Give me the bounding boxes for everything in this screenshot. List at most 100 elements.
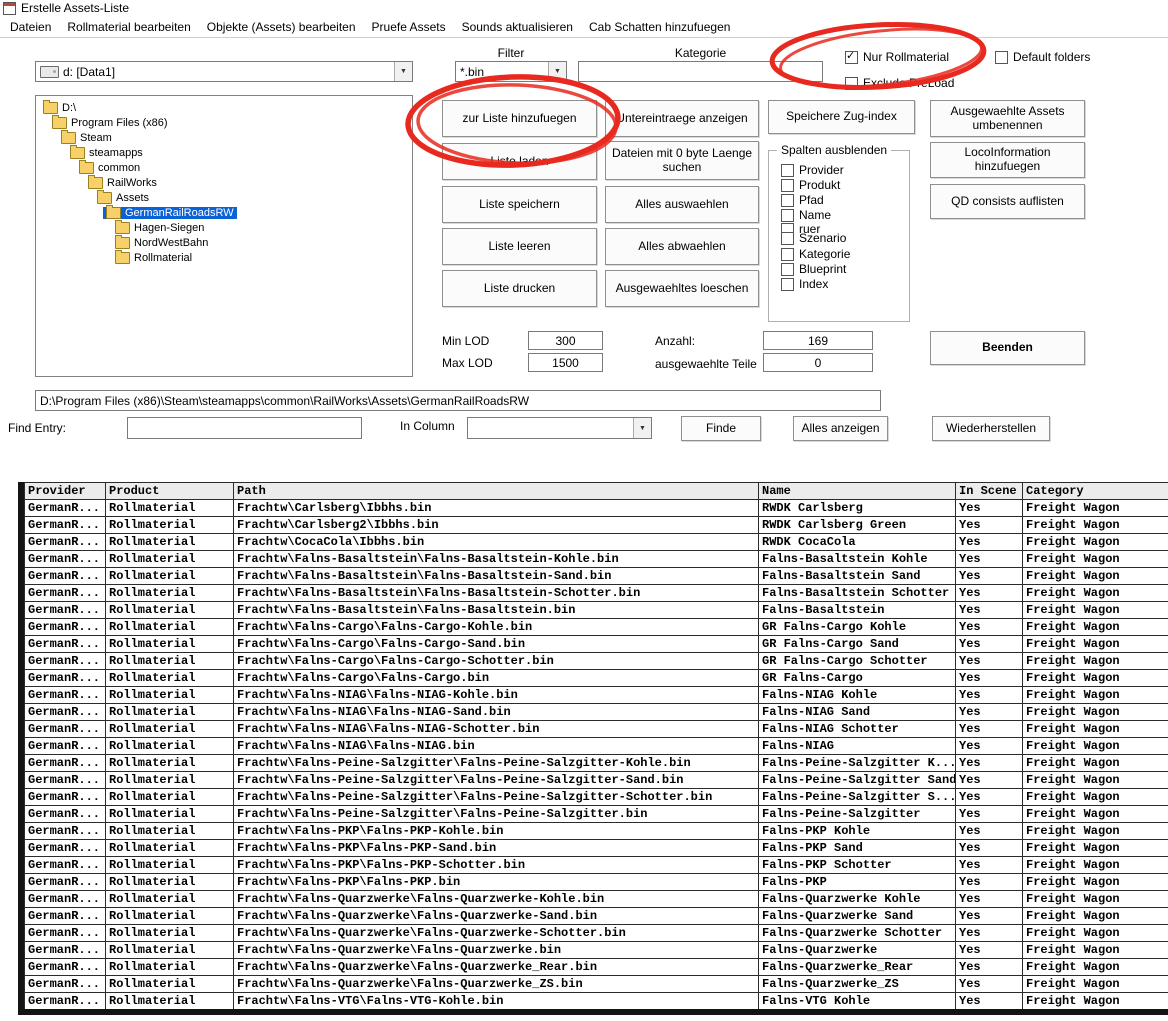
tree-item[interactable]: Hagen-Siegen [36, 220, 412, 235]
tree-item[interactable]: RailWorks [36, 175, 412, 190]
column-header[interactable]: Name [759, 483, 956, 500]
locoinformation-button[interactable]: LocoInformation hinzufuegen [930, 142, 1085, 178]
table-row[interactable]: GermanR...RollmaterialFrachtw\Falns-Carg… [25, 653, 1168, 670]
column-header[interactable]: Product [106, 483, 234, 500]
table-row[interactable]: GermanR...RollmaterialFrachtw\Carlsberg2… [25, 517, 1168, 534]
tree-item[interactable]: Steam [36, 130, 412, 145]
dateien-0-byte-button[interactable]: Dateien mit 0 byte Laenge suchen [605, 141, 759, 180]
finde-button[interactable]: Finde [681, 416, 761, 441]
table-cell: Frachtw\Falns-NIAG\Falns-NIAG-Sand.bin [234, 704, 759, 721]
table-row[interactable]: GermanR...RollmaterialFrachtw\Falns-VTG\… [25, 993, 1168, 1010]
table-cell: Yes [956, 653, 1023, 670]
in-column-combo[interactable]: ▼ [467, 417, 652, 439]
table-cell: Frachtw\Falns-Quarzwerke\Falns-Quarzwerk… [234, 959, 759, 976]
tree-item-label: common [98, 162, 140, 174]
hide-column-checkbox[interactable]: Blueprint [781, 262, 846, 276]
table-row[interactable]: GermanR...RollmaterialFrachtw\Falns-Quar… [25, 976, 1168, 993]
max-lod-input[interactable] [528, 353, 603, 372]
alles-abwaehlen-button[interactable]: Alles abwaehlen [605, 228, 759, 265]
hide-column-checkbox[interactable]: Kategorie [781, 247, 850, 261]
hide-column-checkbox[interactable]: Name [781, 208, 831, 222]
qd-consists-button[interactable]: QD consists auflisten [930, 184, 1085, 219]
column-header[interactable]: Path [234, 483, 759, 500]
table-row[interactable]: GermanR...RollmaterialFrachtw\Falns-NIAG… [25, 687, 1168, 704]
kategorie-input[interactable] [578, 61, 823, 82]
table-row[interactable]: GermanR...RollmaterialFrachtw\Falns-PKP\… [25, 874, 1168, 891]
exclude-preload-label: Exclude PreLoad [863, 76, 954, 90]
liste-laden-button[interactable]: Liste laden [442, 143, 597, 180]
table-row[interactable]: GermanR...RollmaterialFrachtw\Falns-Carg… [25, 636, 1168, 653]
table-cell: Frachtw\CocaCola\Ibbhs.bin [234, 534, 759, 551]
current-path-field[interactable] [35, 390, 881, 411]
column-header[interactable]: Provider [25, 483, 106, 500]
menu-item-objekte-bearbeiten[interactable]: Objekte (Assets) bearbeiten [199, 17, 364, 37]
table-row[interactable]: GermanR...RollmaterialFrachtw\Falns-Basa… [25, 551, 1168, 568]
min-lod-input[interactable] [528, 331, 603, 350]
tree-item[interactable]: Assets [36, 190, 412, 205]
tree-item[interactable]: D:\ [36, 100, 412, 115]
table-row[interactable]: GermanR...RollmaterialFrachtw\Falns-Pein… [25, 755, 1168, 772]
tree-item[interactable]: NordWestBahn [36, 235, 412, 250]
tree-item[interactable]: Rollmaterial [36, 250, 412, 265]
table-row[interactable]: GermanR...RollmaterialFrachtw\Falns-PKP\… [25, 823, 1168, 840]
nur-rollmaterial-checkbox[interactable]: Nur Rollmaterial [845, 50, 949, 64]
beenden-button[interactable]: Beenden [930, 331, 1085, 365]
table-row[interactable]: GermanR...RollmaterialFrachtw\Falns-Quar… [25, 891, 1168, 908]
tree-item[interactable]: common [36, 160, 412, 175]
table-row[interactable]: GermanR...RollmaterialFrachtw\Falns-Quar… [25, 959, 1168, 976]
table-row[interactable]: GermanR...RollmaterialFrachtw\Falns-Pein… [25, 772, 1168, 789]
table-row[interactable]: GermanR...RollmaterialFrachtw\Falns-Pein… [25, 789, 1168, 806]
hide-column-checkbox[interactable]: Index [781, 277, 828, 291]
hide-column-checkbox[interactable]: Pfad [781, 193, 824, 207]
drive-combo[interactable]: d: [Data1] ▼ [35, 61, 413, 82]
table-row[interactable]: GermanR...RollmaterialFrachtw\Falns-PKP\… [25, 840, 1168, 857]
table-cell: Rollmaterial [106, 755, 234, 772]
table-row[interactable]: GermanR...RollmaterialFrachtw\Falns-Carg… [25, 670, 1168, 687]
column-header[interactable]: Category [1023, 483, 1168, 500]
menu-item-rollmaterial-bearbeiten[interactable]: Rollmaterial bearbeiten [59, 17, 198, 37]
speichere-zug-index-button[interactable]: Speichere Zug-index [768, 100, 915, 134]
table-row[interactable]: GermanR...RollmaterialFrachtw\Falns-Quar… [25, 942, 1168, 959]
table-row[interactable]: GermanR...RollmaterialFrachtw\Falns-NIAG… [25, 738, 1168, 755]
hide-column-checkbox[interactable]: Produkt [781, 178, 840, 192]
assets-umbenennen-button[interactable]: Ausgewaehlte Assets umbenennen [930, 100, 1085, 137]
table-cell: Freight Wagon [1023, 908, 1168, 925]
liste-speichern-button[interactable]: Liste speichern [442, 186, 597, 223]
find-entry-input[interactable] [127, 417, 362, 439]
liste-leeren-button[interactable]: Liste leeren [442, 228, 597, 265]
hide-column-checkbox[interactable]: Provider [781, 163, 844, 177]
default-folders-checkbox[interactable]: Default folders [995, 50, 1090, 64]
alles-auswaehlen-button[interactable]: Alles auswaehlen [605, 186, 759, 223]
tree-item[interactable]: Program Files (x86) [36, 115, 412, 130]
alles-anzeigen-button[interactable]: Alles anzeigen [793, 416, 888, 441]
table-row[interactable]: GermanR...RollmaterialFrachtw\Carlsberg\… [25, 500, 1168, 517]
table-row[interactable]: GermanR...RollmaterialFrachtw\Falns-Pein… [25, 806, 1168, 823]
table-cell: Rollmaterial [106, 857, 234, 874]
table-row[interactable]: GermanR...RollmaterialFrachtw\CocaCola\I… [25, 534, 1168, 551]
exclude-preload-checkbox[interactable]: Exclude PreLoad [845, 76, 954, 90]
tree-item[interactable]: steamapps [36, 145, 412, 160]
menu-item-sounds-aktualisieren[interactable]: Sounds aktualisieren [454, 17, 581, 37]
drive-combo-value: d: [Data1] [63, 65, 115, 79]
table-row[interactable]: GermanR...RollmaterialFrachtw\Falns-Basa… [25, 568, 1168, 585]
column-header[interactable]: In Scene [956, 483, 1023, 500]
wiederherstellen-button[interactable]: Wiederherstellen [932, 416, 1050, 441]
filter-combo[interactable]: *.bin ▼ [455, 61, 567, 82]
untereintraege-anzeigen-button[interactable]: Untereintraege anzeigen [605, 100, 759, 137]
ausgewaehltes-loeschen-button[interactable]: Ausgewaehltes loeschen [605, 270, 759, 307]
table-row[interactable]: GermanR...RollmaterialFrachtw\Falns-Quar… [25, 908, 1168, 925]
table-row[interactable]: GermanR...RollmaterialFrachtw\Falns-NIAG… [25, 704, 1168, 721]
table-row[interactable]: GermanR...RollmaterialFrachtw\Falns-PKP\… [25, 857, 1168, 874]
table-row[interactable]: GermanR...RollmaterialFrachtw\Falns-Basa… [25, 602, 1168, 619]
menu-item-cab-schatten[interactable]: Cab Schatten hinzufuegen [581, 17, 738, 37]
hide-column-checkbox[interactable]: Szenario [781, 231, 846, 245]
table-row[interactable]: GermanR...RollmaterialFrachtw\Falns-NIAG… [25, 721, 1168, 738]
liste-drucken-button[interactable]: Liste drucken [442, 270, 597, 307]
zur-liste-hinzufuegen-button[interactable]: zur Liste hinzufuegen [442, 100, 597, 137]
tree-item[interactable]: GermanRailRoadsRW [36, 205, 412, 220]
menu-item-pruefe-assets[interactable]: Pruefe Assets [364, 17, 454, 37]
table-row[interactable]: GermanR...RollmaterialFrachtw\Falns-Basa… [25, 585, 1168, 602]
menu-item-dateien[interactable]: Dateien [2, 17, 59, 37]
table-row[interactable]: GermanR...RollmaterialFrachtw\Falns-Carg… [25, 619, 1168, 636]
table-row[interactable]: GermanR...RollmaterialFrachtw\Falns-Quar… [25, 925, 1168, 942]
